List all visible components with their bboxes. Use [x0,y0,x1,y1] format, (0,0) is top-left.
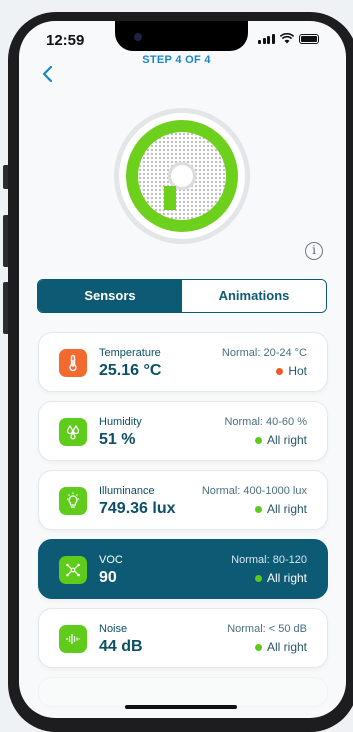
sensor-card-voc[interactable]: VOC 90 Normal: 80-120 All right [38,539,328,599]
info-icon[interactable]: i [305,242,323,260]
sensor-value: 44 dB [99,638,143,655]
sensor-status: All right [254,640,307,654]
tab-sensors[interactable]: Sensors [38,280,182,312]
sensor-normal-range: Normal: < 50 dB [227,623,307,635]
sensor-card-partial[interactable] [38,677,328,707]
sensor-name: Noise [99,623,128,635]
status-dot [254,436,262,444]
sensor-status: All right [254,502,307,516]
sensor-value: 51 % [99,431,136,448]
status-time: 12:59 [46,32,85,49]
status-dot [254,574,262,582]
sensor-normal-range: Normal: 40-60 % [224,416,307,428]
signal-icon [258,33,275,44]
sensor-card-temperature[interactable]: Temperature 25.16 °C Normal: 20-24 °C Ho… [38,332,328,392]
sensor-name: Temperature [99,347,161,359]
sensor-status: All right [254,571,307,585]
soundwave-icon [59,625,87,653]
sensor-name: Illuminance [99,485,155,497]
sensor-status: Hot [276,364,307,378]
sensor-value: 749.36 lux [99,500,176,517]
molecule-icon [59,556,87,584]
status-dot [276,367,284,375]
step-indicator: STEP 4 OF 4 [142,54,211,66]
segmented-tabs: Sensors Animations [37,279,327,313]
status-label: All right [266,571,307,585]
sensor-name: Humidity [99,416,142,428]
status-label: All right [266,502,307,516]
sensor-card-illuminance[interactable]: Illuminance 749.36 lux Normal: 400-1000 … [38,470,328,530]
wifi-icon [279,33,294,44]
status-label: All right [266,433,307,447]
lightbulb-icon [59,487,87,515]
device-sensor-grille [138,132,226,220]
status-icons [258,33,319,44]
sensor-normal-range: Normal: 400-1000 lux [201,485,307,497]
sensor-value: 90 [99,569,117,586]
device-image [114,108,250,244]
sensor-normal-range: Normal: 20-24 °C [221,347,307,359]
tab-animations[interactable]: Animations [182,280,326,312]
status-label: All right [266,640,307,654]
sensor-name: VOC [99,554,123,566]
status-dot [254,505,262,513]
sensor-card-humidity[interactable]: Humidity 51 % Normal: 40-60 % All right [38,401,328,461]
sensor-value: 25.16 °C [99,362,162,379]
thermometer-icon [59,349,87,377]
camera [134,33,142,41]
status-label: Hot [288,364,307,378]
back-chevron-icon[interactable] [41,65,55,83]
status-dot [254,643,262,651]
sensor-card-noise[interactable]: Noise 44 dB Normal: < 50 dB All right [38,608,328,668]
home-indicator [125,705,237,709]
sensor-normal-range: Normal: 80-120 [231,554,307,566]
battery-icon [298,33,319,44]
sensor-status: All right [254,433,307,447]
droplets-icon [59,418,87,446]
